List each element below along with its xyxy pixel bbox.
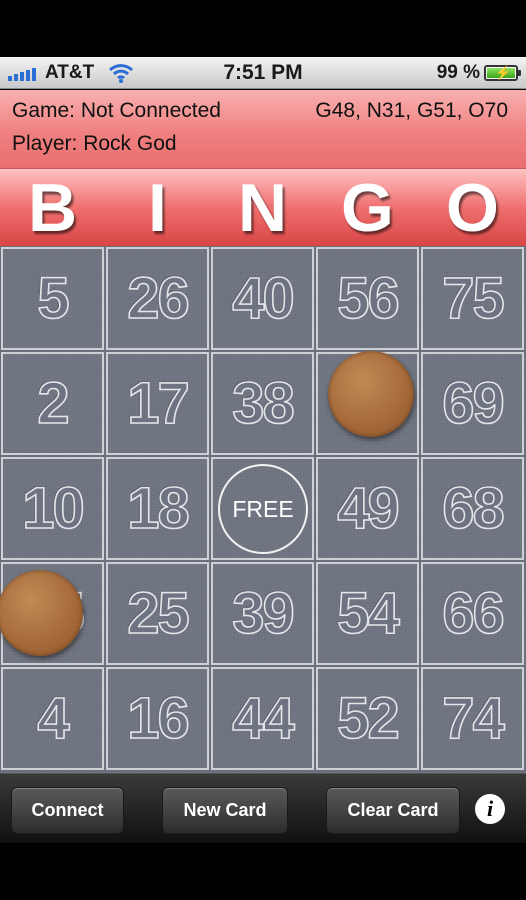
card-cell-g-54[interactable]: 54 [316, 562, 419, 665]
card-number: 4 [37, 685, 71, 752]
game-status: Game: Not Connected [12, 99, 221, 122]
game-info-panel: Game: Not Connected G48, N31, G51, O70 P… [0, 90, 526, 168]
card-number: 52 [336, 685, 400, 752]
card-cell-n-44[interactable]: 44 [211, 667, 314, 770]
card-number: 26 [126, 265, 190, 332]
card-number: 39 [231, 580, 295, 647]
clear-card-button[interactable]: Clear Card [326, 787, 460, 834]
card-cell-n-38[interactable]: 38 [211, 352, 314, 455]
called-numbers: G48, N31, G51, O70 [315, 99, 508, 122]
card-number: 40 [231, 265, 295, 332]
card-cell-i-18[interactable]: 18 [106, 457, 209, 560]
info-icon[interactable]: i [475, 794, 505, 824]
connect-button[interactable]: Connect [11, 787, 124, 834]
card-cell-o-69[interactable]: 69 [421, 352, 524, 455]
card-number: 38 [231, 370, 295, 437]
header-letter-i: I [148, 170, 167, 246]
header-letter-o: O [446, 170, 499, 246]
card-number: 54 [336, 580, 400, 647]
card-cell-b-10[interactable]: 10 [1, 457, 104, 560]
card-cell-n-40[interactable]: 40 [211, 247, 314, 350]
card-number: 56 [336, 265, 400, 332]
card-cell-g-49[interactable]: 49 [316, 457, 419, 560]
marker-chip[interactable] [0, 569, 83, 656]
charging-bolt-icon: ⚡ [495, 65, 512, 80]
card-cell-i-16[interactable]: 16 [106, 667, 209, 770]
card-cell-o-75[interactable]: 75 [421, 247, 524, 350]
new-card-button[interactable]: New Card [162, 787, 288, 834]
card-cell-o-66[interactable]: 66 [421, 562, 524, 665]
player-name: Player: Rock God [12, 132, 177, 155]
card-cell-b-2[interactable]: 2 [1, 352, 104, 455]
card-number: 74 [441, 685, 505, 752]
battery-icon: ⚡ [484, 65, 521, 81]
card-cell-g-52[interactable]: 52 [316, 667, 419, 770]
card-number: 5 [37, 265, 71, 332]
card-number: 2 [37, 370, 71, 437]
header-letter-n: N [237, 170, 288, 246]
card-number: 16 [126, 685, 190, 752]
bingo-header: B I N G O [0, 168, 526, 246]
card-number: 75 [441, 265, 505, 332]
card-cell-i-26[interactable]: 26 [106, 247, 209, 350]
marker-chip[interactable] [327, 350, 414, 437]
card-cell-i-25[interactable]: 25 [106, 562, 209, 665]
header-letter-g: G [341, 170, 394, 246]
card-cell-b-4[interactable]: 4 [1, 667, 104, 770]
screen-top-border [0, 0, 526, 57]
card-number: 18 [126, 475, 190, 542]
battery-percentage: 99 % [436, 62, 480, 83]
bottom-toolbar: Connect New Card Clear Card [0, 773, 526, 843]
free-space-label: FREE [218, 464, 308, 554]
card-cell-o-74[interactable]: 74 [421, 667, 524, 770]
status-bar: AT&T 7:51 PM 99 % ⚡ [0, 57, 526, 89]
card-cell-o-68[interactable]: 68 [421, 457, 524, 560]
card-number: 17 [126, 370, 190, 437]
card-cell-b-5[interactable]: 5 [1, 247, 104, 350]
card-number: 69 [441, 370, 505, 437]
card-cell-g-56[interactable]: 56 [316, 247, 419, 350]
card-number: 10 [21, 475, 85, 542]
card-number: 49 [336, 475, 400, 542]
free-space-cell[interactable]: FREE [211, 457, 314, 560]
card-number: 68 [441, 475, 505, 542]
card-number: 66 [441, 580, 505, 647]
bingo-card: 5264056752173851691018FREE49681525395466… [0, 246, 526, 773]
card-number: 44 [231, 685, 295, 752]
card-cell-n-39[interactable]: 39 [211, 562, 314, 665]
card-cell-i-17[interactable]: 17 [106, 352, 209, 455]
header-letter-b: B [27, 170, 78, 246]
screen-bottom-border [0, 843, 526, 900]
card-number: 25 [126, 580, 190, 647]
